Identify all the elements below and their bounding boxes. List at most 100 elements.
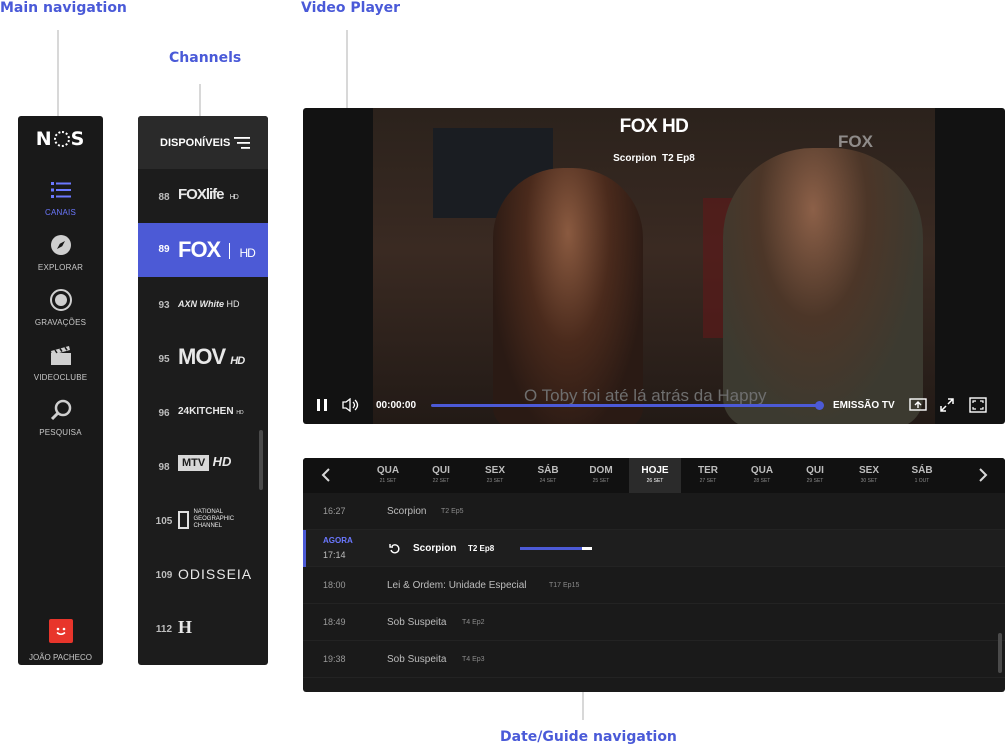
- list-icon: [50, 182, 71, 198]
- program-time: 18:00: [323, 580, 346, 590]
- emission-tv-label[interactable]: EMISSÃO TV: [833, 400, 895, 411]
- guide-scrollbar[interactable]: [998, 633, 1002, 673]
- chevron-right-icon[interactable]: [976, 468, 990, 482]
- player-program-title: Scorpion T2 Ep8: [613, 153, 695, 164]
- day-tab[interactable]: QUI 29 SET: [789, 458, 841, 493]
- channel-item-93[interactable]: 93 AXN White HD: [138, 277, 268, 331]
- channel-item-96[interactable]: 96 24KITCHEN HD: [138, 385, 268, 439]
- channel-number: 109: [155, 570, 173, 581]
- user-name: JOÃO PACHECO: [29, 653, 92, 662]
- progress-knob[interactable]: [815, 401, 824, 410]
- leader-line-video-player: [346, 30, 348, 116]
- nos-logo[interactable]: NS: [18, 128, 103, 150]
- channel-number: 112: [155, 624, 173, 635]
- channel-logo: NATIONAL GEOGRAPHIC CHANNEL: [178, 509, 243, 530]
- channel-number: 105: [155, 516, 173, 527]
- channel-number: 95: [158, 354, 170, 365]
- channel-item-98[interactable]: 98 MTV HD: [138, 439, 268, 493]
- nav-item-pesquisa[interactable]: PESQUISA: [18, 398, 103, 446]
- channel-number: 89: [158, 244, 170, 255]
- channel-filter-label: DISPONÍVEIS: [160, 137, 231, 149]
- nav-item-canais[interactable]: CANAIS: [18, 178, 103, 226]
- main-navigation: NS CANAIS EXPLORAR GRAVAÇÕES VIDEOCLUBE …: [18, 116, 103, 665]
- program-row[interactable]: 18:49 Sob Suspeita T4 Ep2: [303, 604, 1005, 641]
- player-controls: 00:00:00 EMISSÃO TV: [303, 392, 1005, 422]
- channel-item-89[interactable]: 89 FOX HD: [138, 223, 268, 277]
- day-tab[interactable]: SEX 23 SET: [469, 458, 521, 493]
- leader-line-main-navigation: [57, 30, 59, 116]
- annotation-video-player: Video Player: [301, 0, 400, 16]
- compass-icon: [50, 235, 71, 255]
- channel-item-88[interactable]: 88 FOXlife HD: [138, 169, 268, 223]
- program-row[interactable]: 16:27 Scorpion T2 Ep5: [303, 493, 1005, 530]
- program-progress-bar: [520, 547, 592, 550]
- program-row[interactable]: 19:38 Sob Suspeita T4 Ep3: [303, 641, 1005, 678]
- date-navigation: QUA 21 SET QUI 22 SET SEX 23 SET SÁB 24 SET …: [303, 458, 1005, 493]
- channel-number: 93: [158, 300, 170, 311]
- nav-item-label: CANAIS: [45, 208, 76, 217]
- channel-item-112[interactable]: 112 H: [138, 601, 268, 655]
- day-tab[interactable]: SÁB 24 SET: [522, 458, 574, 493]
- program-episode: T17 Ep15: [549, 582, 580, 589]
- channel-logo: AXN White HD: [178, 299, 240, 309]
- program-episode: T4 Ep2: [462, 619, 485, 626]
- nav-item-label: PESQUISA: [39, 428, 82, 437]
- day-tab[interactable]: QUA 21 SET: [362, 458, 414, 493]
- channel-list-scrollbar[interactable]: [259, 430, 263, 490]
- program-time: 19:38: [323, 654, 346, 664]
- volume-icon[interactable]: [342, 398, 360, 412]
- channel-logo: MOV HD: [178, 344, 245, 369]
- user-profile[interactable]: JOÃO PACHECO: [18, 619, 103, 662]
- leader-line-channels: [199, 84, 201, 116]
- program-time: 16:27: [323, 506, 346, 516]
- program-guide: QUA 21 SET QUI 22 SET SEX 23 SET SÁB 24 SET …: [303, 458, 1005, 692]
- annotation-channels: Channels: [169, 50, 242, 66]
- now-indicator: [303, 530, 306, 567]
- channel-number: 88: [158, 192, 170, 203]
- player-channel-name: FOX HD: [619, 116, 689, 137]
- channel-logo: FOX HD: [178, 237, 256, 262]
- day-tab-today[interactable]: HOJE 26 SET: [629, 458, 681, 493]
- day-tab[interactable]: QUA 28 SET: [736, 458, 788, 493]
- annotation-guide: Date/Guide navigation: [500, 729, 677, 745]
- record-icon: [49, 289, 72, 311]
- channel-filter[interactable]: DISPONÍVEIS: [138, 116, 268, 169]
- nav-item-gravacoes[interactable]: GRAVAÇÕES: [18, 288, 103, 336]
- program-row-now[interactable]: AGORA 17:14 Scorpion T2 Ep8: [303, 530, 1005, 567]
- channel-number: 98: [158, 462, 170, 473]
- filter-icon: [234, 137, 250, 149]
- day-tab[interactable]: QUI 22 SET: [415, 458, 467, 493]
- nav-item-label: GRAVAÇÕES: [34, 318, 87, 327]
- day-tab[interactable]: TER 27 SET: [682, 458, 734, 493]
- program-time: 17:14: [323, 550, 346, 560]
- screen: Main navigation Channels Video Player Da…: [0, 0, 1005, 745]
- day-tab[interactable]: SÁB 1 OUT: [896, 458, 948, 493]
- program-title: Sob Suspeita: [387, 617, 447, 628]
- nav-item-videoclube[interactable]: VIDEOCLUBE: [18, 343, 103, 391]
- channel-item-109[interactable]: 109 ODISSEIA: [138, 547, 268, 601]
- program-title: Lei & Ordem: Unidade Especial: [387, 580, 527, 591]
- channel-logo: ODISSEIA: [178, 566, 253, 582]
- restart-icon[interactable]: [389, 543, 401, 555]
- channel-number: 96: [158, 408, 170, 419]
- annotation-main-navigation: Main navigation: [0, 0, 127, 16]
- program-episode: T4 Ep3: [462, 656, 485, 663]
- playback-time: 00:00:00: [376, 400, 417, 411]
- day-tab[interactable]: DOM 25 SET: [575, 458, 627, 493]
- chevron-left-icon[interactable]: [319, 468, 333, 482]
- program-time: 18:49: [323, 617, 346, 627]
- expand-icon[interactable]: [939, 397, 955, 413]
- channel-logo: 24KITCHEN HD: [178, 406, 244, 417]
- video-player[interactable]: FOX HD Scorpion T2 Ep8 FOX O Toby foi at…: [303, 108, 1005, 424]
- program-row[interactable]: 18:00 Lei & Ordem: Unidade Especial T17 …: [303, 567, 1005, 604]
- fullscreen-icon[interactable]: [969, 397, 987, 413]
- day-tab[interactable]: SEX 30 SET: [843, 458, 895, 493]
- channel-item-95[interactable]: 95 MOV HD: [138, 331, 268, 385]
- cast-icon[interactable]: [909, 397, 927, 413]
- progress-track[interactable]: [431, 404, 820, 407]
- pause-icon[interactable]: [315, 398, 329, 412]
- channel-logo: H: [178, 617, 193, 637]
- channel-list: DISPONÍVEIS 88 FOXlife HD 89 FOX HD 93 A…: [138, 116, 268, 665]
- channel-item-105[interactable]: 105 NATIONAL GEOGRAPHIC CHANNEL: [138, 493, 268, 547]
- nav-item-explorar[interactable]: EXPLORAR: [18, 233, 103, 281]
